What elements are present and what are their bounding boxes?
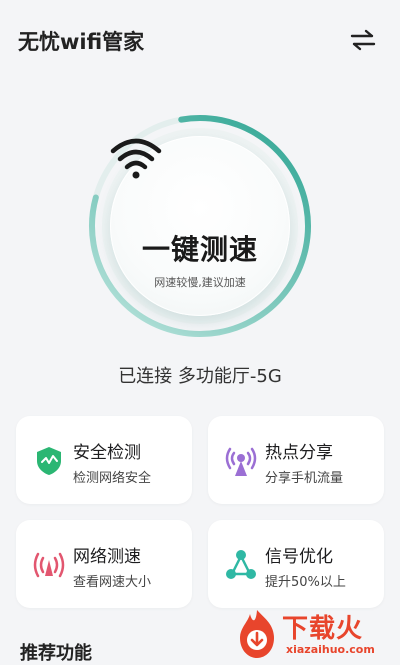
signal-optimize-card[interactable]: 信号优化 提升50%以上 [208,520,384,608]
card-title: 信号优化 [265,547,333,567]
speed-test-button[interactable]: 一键测速 网速较慢,建议加速 [110,136,290,316]
swap-arrows-icon [350,29,376,51]
app-header: 无忧wifi管家 [0,0,400,80]
card-subtitle: 分享手机流量 [265,471,344,486]
card-subtitle: 检测网络安全 [73,471,152,486]
hotspot-share-card[interactable]: 热点分享 分享手机流量 [208,416,384,504]
signal-wave-icon [33,552,65,578]
watermark-url: xiazaihuo.com [286,643,375,656]
wifi-icon [110,138,162,179]
network-speed-card[interactable]: 网络测速 查看网速大小 [16,520,192,608]
security-check-card[interactable]: 安全检测 检测网络安全 [16,416,192,504]
card-title: 网络测速 [73,547,141,567]
dial-title: 一键测速 [141,233,258,266]
hotspot-icon [225,447,257,476]
app-title: 无忧wifi管家 [18,30,145,54]
section-title: 推荐功能 [20,643,92,664]
watermark-text: 下载火 [282,614,364,644]
share-nodes-icon [226,550,256,579]
card-title: 安全检测 [73,443,141,463]
watermark-logo: 下载火 xiazaihuo.com [234,606,400,661]
card-subtitle: 查看网速大小 [73,575,152,590]
shield-icon [37,447,61,475]
card-subtitle: 提升50%以上 [265,575,346,590]
connection-status: 已连接 多功能厅-5G [118,366,282,387]
card-title: 热点分享 [265,443,333,463]
speed-dial: 一键测速 网速较慢,建议加速 [86,112,314,340]
flame-logo-icon [240,610,274,658]
swap-button[interactable] [350,28,376,52]
dial-subtitle: 网速较慢,建议加速 [154,276,246,289]
